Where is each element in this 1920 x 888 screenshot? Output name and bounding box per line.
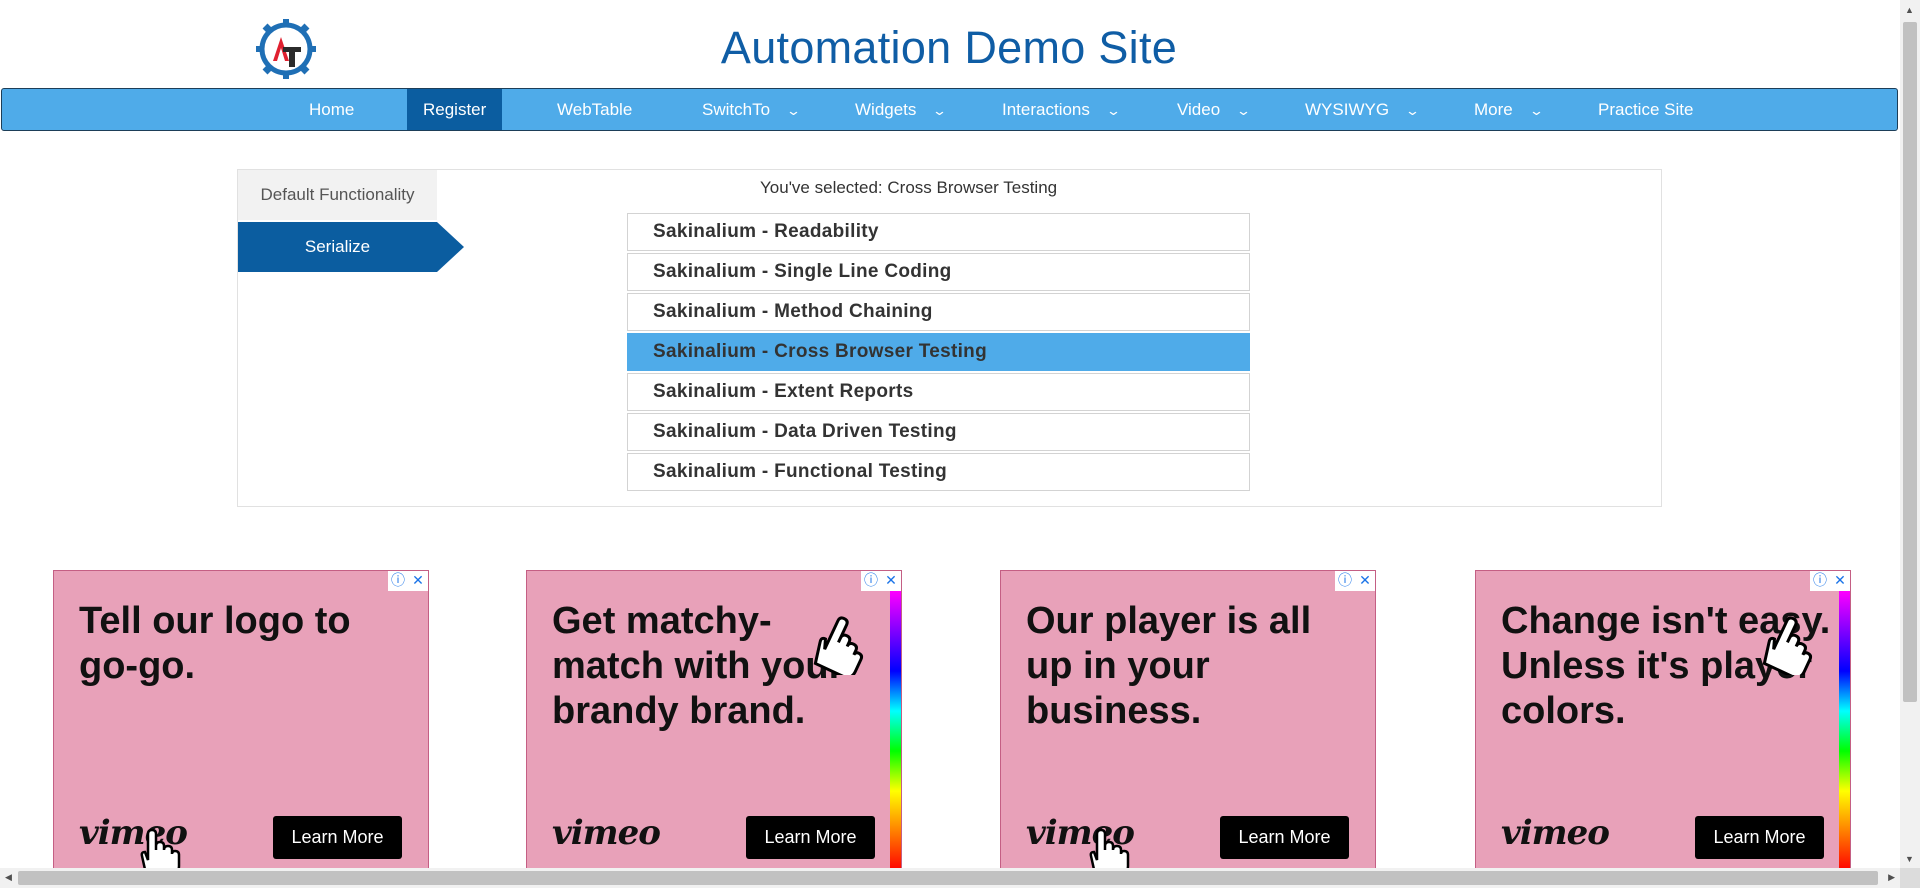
nav-practice-site-label: Practice Site xyxy=(1598,100,1694,119)
scrollbar-corner xyxy=(1900,868,1920,888)
nav-home-label: Home xyxy=(309,100,355,119)
chevron-down-icon: ⌄ xyxy=(1528,103,1544,118)
hand-cursor-icon xyxy=(140,828,181,869)
main-nav: Home Register WebTable SwitchTo ⌄ Widgets… xyxy=(1,88,1898,131)
chevron-down-icon: ⌄ xyxy=(1236,103,1252,118)
chevron-down-icon: ⌄ xyxy=(932,103,948,118)
nav-switchto[interactable]: SwitchTo ⌄ xyxy=(686,89,815,130)
ad-banner[interactable]: Tell our logo to go-go. vimeo Learn More… xyxy=(53,570,429,870)
nav-more-label: More xyxy=(1474,100,1513,119)
scroll-left-icon[interactable]: ◀ xyxy=(5,872,12,883)
nav-wysiwyg[interactable]: WYSIWYG ⌄ xyxy=(1289,89,1434,130)
page-title: Automation Demo Site xyxy=(720,22,1178,73)
scroll-up-icon[interactable]: ▲ xyxy=(1905,5,1914,15)
tab-serialize[interactable]: Serialize xyxy=(238,222,437,272)
nav-more[interactable]: More ⌄ xyxy=(1458,89,1558,130)
list-item[interactable]: Sakinalium - Readability xyxy=(627,213,1250,251)
nav-widgets[interactable]: Widgets ⌄ xyxy=(839,89,961,130)
selectable-list: Sakinalium - Readability Sakinalium - Si… xyxy=(627,213,1250,493)
tab-default-functionality[interactable]: Default Functionality xyxy=(238,170,437,220)
info-icon[interactable]: ⓘ xyxy=(388,571,408,591)
ad-controls: ⓘ ✕ xyxy=(1810,571,1850,591)
vertical-scrollbar[interactable]: ▲ ▼ xyxy=(1900,0,1920,868)
nav-video[interactable]: Video ⌄ xyxy=(1161,89,1265,130)
ad-banner[interactable]: Change isn't easy. Unless it's player co… xyxy=(1475,570,1851,870)
nav-practice-site[interactable]: Practice Site xyxy=(1582,89,1709,130)
info-icon[interactable]: ⓘ xyxy=(1810,571,1830,591)
close-icon[interactable]: ✕ xyxy=(1355,571,1375,591)
learn-more-button[interactable]: Learn More xyxy=(1695,816,1824,859)
nav-register-label: Register xyxy=(423,100,487,119)
nav-wysiwyg-label: WYSIWYG xyxy=(1305,100,1390,119)
hand-cursor-icon xyxy=(1089,828,1130,869)
info-icon[interactable]: ⓘ xyxy=(1335,571,1355,591)
nav-webtable[interactable]: WebTable xyxy=(541,89,648,130)
list-item-selected[interactable]: Sakinalium - Cross Browser Testing xyxy=(627,333,1250,371)
list-item[interactable]: Sakinalium - Extent Reports xyxy=(627,373,1250,411)
learn-more-button[interactable]: Learn More xyxy=(1220,816,1349,859)
nav-interactions-label: Interactions xyxy=(1002,100,1090,119)
vimeo-logo: vimeo xyxy=(1501,813,1610,853)
ad-banner[interactable]: Get matchy-match with your brandy brand.… xyxy=(526,570,902,870)
hand-cursor-icon xyxy=(813,616,864,675)
ad-headline: Our player is all up in your business. xyxy=(1026,600,1312,732)
nav-widgets-label: Widgets xyxy=(855,100,917,119)
close-icon[interactable]: ✕ xyxy=(1830,571,1850,591)
list-item[interactable]: Sakinalium - Functional Testing xyxy=(627,453,1250,491)
close-icon[interactable]: ✕ xyxy=(881,571,901,591)
hand-cursor-icon xyxy=(1762,616,1813,675)
color-strip xyxy=(890,591,901,869)
tab-active-arrow xyxy=(437,222,464,272)
chevron-down-icon: ⌄ xyxy=(785,103,802,118)
list-item[interactable]: Sakinalium - Method Chaining xyxy=(627,293,1250,331)
nav-register[interactable]: Register xyxy=(407,89,503,130)
ad-controls: ⓘ ✕ xyxy=(1335,571,1375,591)
color-strip xyxy=(1839,591,1850,869)
vertical-scroll-thumb[interactable] xyxy=(1903,22,1917,702)
nav-home[interactable]: Home xyxy=(293,89,370,130)
close-icon[interactable]: ✕ xyxy=(408,571,428,591)
scroll-right-icon[interactable]: ▶ xyxy=(1888,872,1895,883)
ad-controls: ⓘ ✕ xyxy=(388,571,428,591)
list-item[interactable]: Sakinalium - Data Driven Testing xyxy=(627,413,1250,451)
learn-more-button[interactable]: Learn More xyxy=(273,816,402,859)
nav-webtable-label: WebTable xyxy=(557,100,633,119)
ad-controls: ⓘ ✕ xyxy=(861,571,901,591)
chevron-down-icon: ⌄ xyxy=(1404,103,1421,118)
nav-interactions[interactable]: Interactions ⌄ xyxy=(986,89,1135,130)
selection-status: You've selected: Cross Browser Testing xyxy=(760,178,1058,197)
nav-video-label: Video xyxy=(1177,100,1221,119)
scroll-down-icon[interactable]: ▼ xyxy=(1905,854,1914,864)
info-icon[interactable]: ⓘ xyxy=(861,571,881,591)
vimeo-logo: vimeo xyxy=(552,813,661,853)
horizontal-scroll-thumb[interactable] xyxy=(18,871,1878,885)
nav-switchto-label: SwitchTo xyxy=(702,100,771,119)
chevron-down-icon: ⌄ xyxy=(1105,103,1121,118)
ad-headline: Tell our logo to go-go. xyxy=(79,600,351,687)
ad-banner[interactable]: Our player is all up in your business. v… xyxy=(1000,570,1376,870)
horizontal-scrollbar[interactable]: ◀ ▶ xyxy=(0,868,1900,888)
learn-more-button[interactable]: Learn More xyxy=(746,816,875,859)
list-item[interactable]: Sakinalium - Single Line Coding xyxy=(627,253,1250,291)
